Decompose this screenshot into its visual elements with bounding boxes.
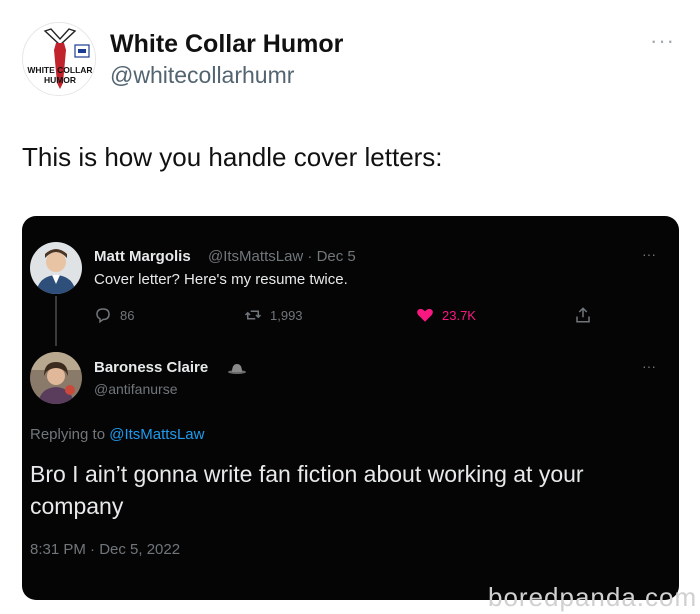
hat-emoji-icon bbox=[228, 364, 246, 374]
reply-icon bbox=[96, 308, 110, 324]
baroness-claire-avatar[interactable] bbox=[30, 352, 82, 404]
share-icon bbox=[576, 307, 590, 323]
post-text: This is how you handle cover letters: bbox=[22, 142, 443, 172]
retweet-count: 1,993 bbox=[270, 307, 303, 323]
tweet1-meta: @ItsMattsLaw · Dec 5 bbox=[208, 248, 356, 265]
share-button[interactable] bbox=[574, 306, 592, 324]
tweet1-more-icon[interactable]: ··· bbox=[642, 246, 656, 262]
more-options-icon[interactable]: ··· bbox=[650, 28, 675, 54]
like-count: 23.7K bbox=[442, 307, 476, 323]
embedded-screenshot: Matt Margolis @ItsMattsLaw · Dec 5 Cover… bbox=[22, 216, 679, 600]
tweet2-timestamp[interactable]: 8:31 PM · Dec 5, 2022 bbox=[30, 541, 180, 558]
tweet1-actions: 86 1,993 23.7K bbox=[94, 306, 594, 328]
svg-text:HUMOR: HUMOR bbox=[44, 75, 76, 85]
tweet2-author-handle[interactable]: @antifanurse bbox=[94, 381, 177, 397]
replying-handle-link[interactable]: @ItsMattsLaw bbox=[109, 426, 204, 443]
retweet-button[interactable]: 1,993 bbox=[244, 306, 303, 324]
tweet1-text: Cover letter? Here's my resume twice. bbox=[94, 271, 348, 288]
profile-photo-icon bbox=[30, 242, 82, 294]
profile-photo-icon bbox=[30, 352, 82, 404]
tweet2-more-icon[interactable]: ··· bbox=[642, 358, 656, 374]
matt-margolis-avatar[interactable] bbox=[30, 242, 82, 294]
tweet2-text: Bro I ain’t gonna write fan fiction abou… bbox=[30, 461, 584, 519]
watermark: boredpanda.com bbox=[488, 582, 698, 612]
replying-to: Replying to @ItsMattsLaw bbox=[30, 426, 204, 443]
retweet-icon bbox=[244, 310, 262, 320]
white-collar-humor-logo: WHITE COLLAR HUMOR bbox=[23, 23, 95, 95]
replying-prefix: Replying to bbox=[30, 426, 106, 443]
tweet1-author-name[interactable]: Matt Margolis bbox=[94, 248, 191, 265]
author-avatar[interactable]: WHITE COLLAR HUMOR bbox=[22, 22, 96, 96]
tweet2-author-name[interactable]: Baroness Claire bbox=[94, 359, 208, 376]
author-name[interactable]: White Collar Humor bbox=[110, 30, 343, 59]
author-handle[interactable]: @whitecollarhumr bbox=[110, 62, 294, 89]
post-header: WHITE COLLAR HUMOR White Collar Humor @w… bbox=[22, 20, 682, 100]
reply-count: 86 bbox=[120, 307, 135, 323]
heart-icon bbox=[417, 308, 433, 322]
like-button[interactable]: 23.7K bbox=[416, 306, 476, 324]
reply-button[interactable]: 86 bbox=[94, 306, 134, 324]
thread-connector-line bbox=[55, 296, 57, 346]
svg-text:WHITE COLLAR: WHITE COLLAR bbox=[27, 65, 92, 75]
